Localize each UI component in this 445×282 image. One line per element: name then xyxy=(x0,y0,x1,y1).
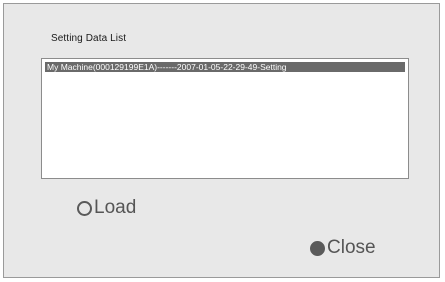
list-item[interactable]: My Machine(000129199E1A)-------2007-01-0… xyxy=(45,62,405,72)
close-button[interactable]: Close xyxy=(310,237,376,259)
dialog-title: Setting Data List xyxy=(51,33,127,44)
setting-data-dialog: Setting Data List My Machine(000129199E1… xyxy=(3,3,440,278)
radio-unselected-icon xyxy=(77,200,92,216)
radio-selected-icon xyxy=(310,240,325,256)
setting-data-listbox[interactable]: My Machine(000129199E1A)-------2007-01-0… xyxy=(41,58,409,179)
close-button-label: Close xyxy=(327,237,376,258)
load-button-label: Load xyxy=(94,197,137,218)
load-button[interactable]: Load xyxy=(77,197,136,219)
